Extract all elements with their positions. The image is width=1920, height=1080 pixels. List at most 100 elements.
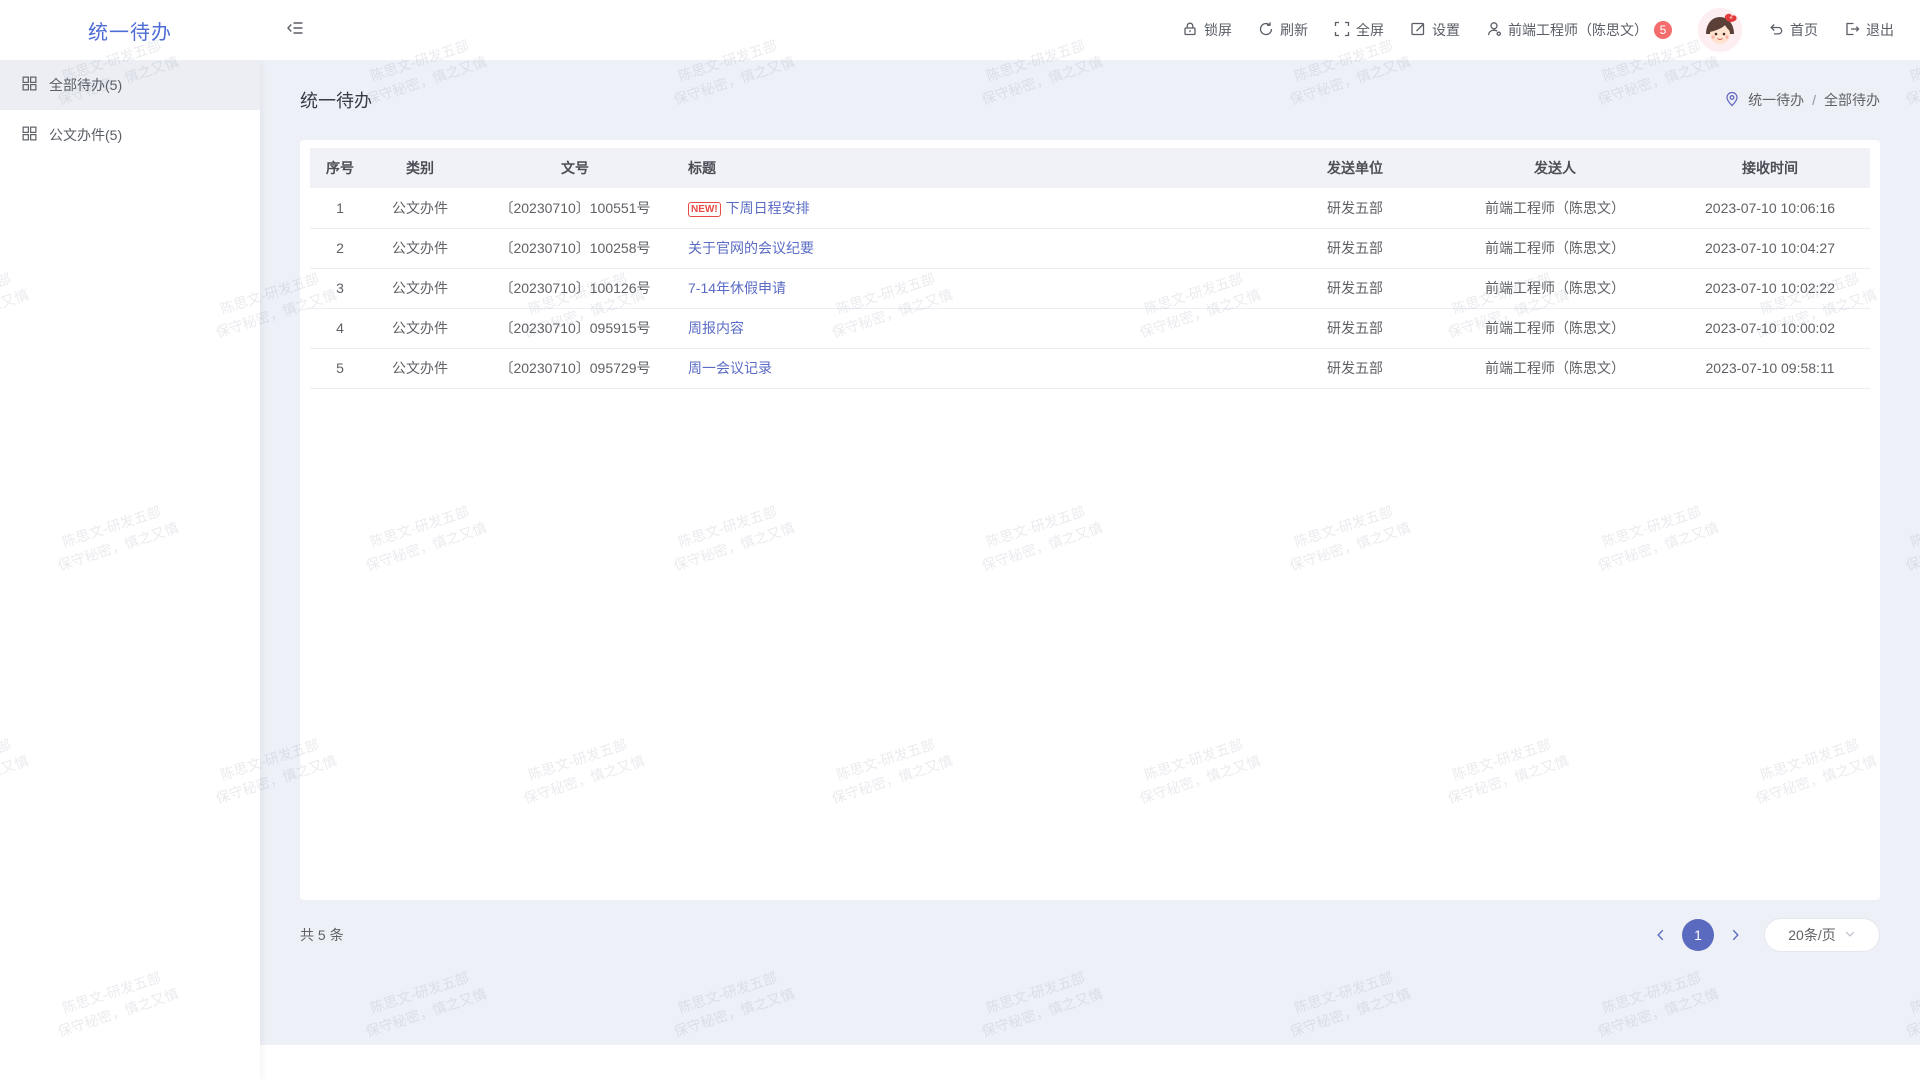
cell-unit: 研发五部 bbox=[1270, 228, 1440, 268]
logout-icon bbox=[1844, 21, 1860, 40]
sidebar-item-label: 全部待办(5) bbox=[49, 75, 122, 95]
refresh-label: 刷新 bbox=[1280, 20, 1308, 40]
cell-doc-no: 〔20230710〕095729号 bbox=[470, 348, 680, 388]
column-header: 标题 bbox=[680, 148, 1270, 188]
page-size-value: 20条/页 bbox=[1788, 925, 1835, 945]
lock-screen-button[interactable]: 锁屏 bbox=[1182, 20, 1232, 40]
cell-unit: 研发五部 bbox=[1270, 348, 1440, 388]
cell-doc-no: 〔20230710〕095915号 bbox=[470, 308, 680, 348]
cell-category: 公文办件 bbox=[370, 308, 470, 348]
top-header-bar: 锁屏 刷新 全屏 设置 bbox=[260, 0, 1920, 60]
doc-link[interactable]: 关于官网的会议纪要 bbox=[688, 240, 814, 256]
refresh-button[interactable]: 刷新 bbox=[1258, 20, 1308, 40]
fullscreen-icon bbox=[1334, 21, 1350, 40]
home-button[interactable]: 首页 bbox=[1768, 20, 1818, 40]
cell-index: 4 bbox=[310, 308, 370, 348]
cell-unit: 研发五部 bbox=[1270, 188, 1440, 228]
cell-time: 2023-07-10 09:58:11 bbox=[1670, 348, 1870, 388]
column-header: 接收时间 bbox=[1670, 148, 1870, 188]
cell-unit: 研发五部 bbox=[1270, 268, 1440, 308]
cell-sender: 前端工程师（陈思文） bbox=[1440, 228, 1670, 268]
page-title: 统一待办 bbox=[300, 87, 372, 113]
fold-icon bbox=[286, 20, 304, 41]
topbar-actions: 锁屏 刷新 全屏 设置 bbox=[1182, 8, 1894, 52]
breadcrumb: 统一待办 / 全部待办 bbox=[1724, 90, 1880, 110]
app-logo-area: 统一待办 bbox=[0, 0, 260, 60]
cell-time: 2023-07-10 10:06:16 bbox=[1670, 188, 1870, 228]
cell-time: 2023-07-10 10:00:02 bbox=[1670, 308, 1870, 348]
cell-time: 2023-07-10 10:04:27 bbox=[1670, 228, 1870, 268]
cell-title: 周报内容 bbox=[680, 308, 1270, 348]
main-header: 统一待办 统一待办 / 全部待办 bbox=[300, 60, 1880, 140]
new-badge: NEW! bbox=[688, 202, 721, 217]
cell-title: 7-14年休假申请 bbox=[680, 268, 1270, 308]
doc-link[interactable]: 周一会议记录 bbox=[688, 360, 772, 376]
cell-unit: 研发五部 bbox=[1270, 308, 1440, 348]
table-panel: 序号 类别 文号 标题 发送单位 发送人 接收时间 1公文办件〔20230710… bbox=[300, 140, 1880, 900]
table-header-row: 序号 类别 文号 标题 发送单位 发送人 接收时间 bbox=[310, 148, 1870, 188]
cell-sender: 前端工程师（陈思文） bbox=[1440, 348, 1670, 388]
cell-index: 2 bbox=[310, 228, 370, 268]
cell-title: 关于官网的会议纪要 bbox=[680, 228, 1270, 268]
cell-category: 公文办件 bbox=[370, 268, 470, 308]
sidebar-item-all-todo[interactable]: 全部待办(5) bbox=[0, 60, 260, 110]
table-row: 1公文办件〔20230710〕100551号 NEW! 下周日程安排 研发五部前端工程… bbox=[310, 188, 1870, 228]
cell-index: 1 bbox=[310, 188, 370, 228]
column-header: 序号 bbox=[310, 148, 370, 188]
page-size-select[interactable]: 20条/页 bbox=[1764, 918, 1880, 952]
next-page-button[interactable] bbox=[1728, 928, 1742, 942]
grid-icon bbox=[22, 76, 37, 94]
refresh-icon bbox=[1258, 21, 1274, 40]
pagination-bar: 共 5 条 1 20条/页 bbox=[300, 900, 1880, 970]
user-menu[interactable]: 前端工程师（陈思文） 5 bbox=[1486, 20, 1672, 40]
column-header: 发送单位 bbox=[1270, 148, 1440, 188]
table-row: 4公文办件〔20230710〕095915号周报内容 研发五部前端工程师（陈思文）… bbox=[310, 308, 1870, 348]
fullscreen-button[interactable]: 全屏 bbox=[1334, 20, 1384, 40]
breadcrumb-item[interactable]: 统一待办 bbox=[1748, 90, 1804, 110]
prev-page-button[interactable] bbox=[1654, 928, 1668, 942]
chevron-down-icon bbox=[1844, 927, 1856, 943]
avatar[interactable] bbox=[1698, 8, 1742, 52]
breadcrumb-item: 全部待办 bbox=[1824, 90, 1880, 110]
cell-time: 2023-07-10 10:02:22 bbox=[1670, 268, 1870, 308]
lock-icon bbox=[1182, 21, 1198, 40]
current-page-button[interactable]: 1 bbox=[1682, 919, 1714, 951]
table-row: 3公文办件〔20230710〕100126号 7-14年休假申请 研发五部前端工程师… bbox=[310, 268, 1870, 308]
back-home-icon bbox=[1768, 21, 1784, 40]
sidebar-collapse-button[interactable] bbox=[286, 20, 304, 41]
user-icon bbox=[1486, 21, 1502, 40]
cell-doc-no: 〔20230710〕100551号 bbox=[470, 188, 680, 228]
lock-screen-label: 锁屏 bbox=[1204, 20, 1232, 40]
table-row: 5公文办件〔20230710〕095729号周一会议记录 研发五部前端工程师（陈思… bbox=[310, 348, 1870, 388]
cell-index: 3 bbox=[310, 268, 370, 308]
table-row: 2公文办件〔20230710〕100258号关于官网的会议纪要 研发五部前端工程师… bbox=[310, 228, 1870, 268]
edit-square-icon bbox=[1410, 21, 1426, 40]
doc-link[interactable]: 下周日程安排 bbox=[726, 200, 810, 216]
doc-link[interactable]: 周报内容 bbox=[688, 320, 744, 336]
settings-button[interactable]: 设置 bbox=[1410, 20, 1460, 40]
sidebar-item-official-doc[interactable]: 公文办件(5) bbox=[0, 110, 260, 160]
home-label: 首页 bbox=[1790, 20, 1818, 40]
user-name: 前端工程师（陈思文） bbox=[1508, 20, 1648, 40]
total-count: 共 5 条 bbox=[300, 925, 344, 945]
column-header: 文号 bbox=[470, 148, 680, 188]
cell-sender: 前端工程师（陈思文） bbox=[1440, 188, 1670, 228]
location-pin-icon bbox=[1724, 91, 1740, 110]
cell-sender: 前端工程师（陈思文） bbox=[1440, 308, 1670, 348]
main-content: 统一待办 统一待办 / 全部待办 序号 类别 文号 标题 bbox=[260, 60, 1920, 1045]
cell-doc-no: 〔20230710〕100126号 bbox=[470, 268, 680, 308]
settings-label: 设置 bbox=[1432, 20, 1460, 40]
cell-doc-no: 〔20230710〕100258号 bbox=[470, 228, 680, 268]
cell-title: NEW! 下周日程安排 bbox=[680, 188, 1270, 228]
cell-category: 公文办件 bbox=[370, 228, 470, 268]
fullscreen-label: 全屏 bbox=[1356, 20, 1384, 40]
cell-category: 公文办件 bbox=[370, 188, 470, 228]
breadcrumb-separator: / bbox=[1812, 92, 1816, 108]
cell-sender: 前端工程师（陈思文） bbox=[1440, 268, 1670, 308]
notification-badge: 5 bbox=[1654, 21, 1672, 39]
logout-button[interactable]: 退出 bbox=[1844, 20, 1894, 40]
cell-category: 公文办件 bbox=[370, 348, 470, 388]
cell-index: 5 bbox=[310, 348, 370, 388]
doc-link[interactable]: 7-14年休假申请 bbox=[688, 280, 786, 296]
sidebar-item-label: 公文办件(5) bbox=[49, 125, 122, 145]
